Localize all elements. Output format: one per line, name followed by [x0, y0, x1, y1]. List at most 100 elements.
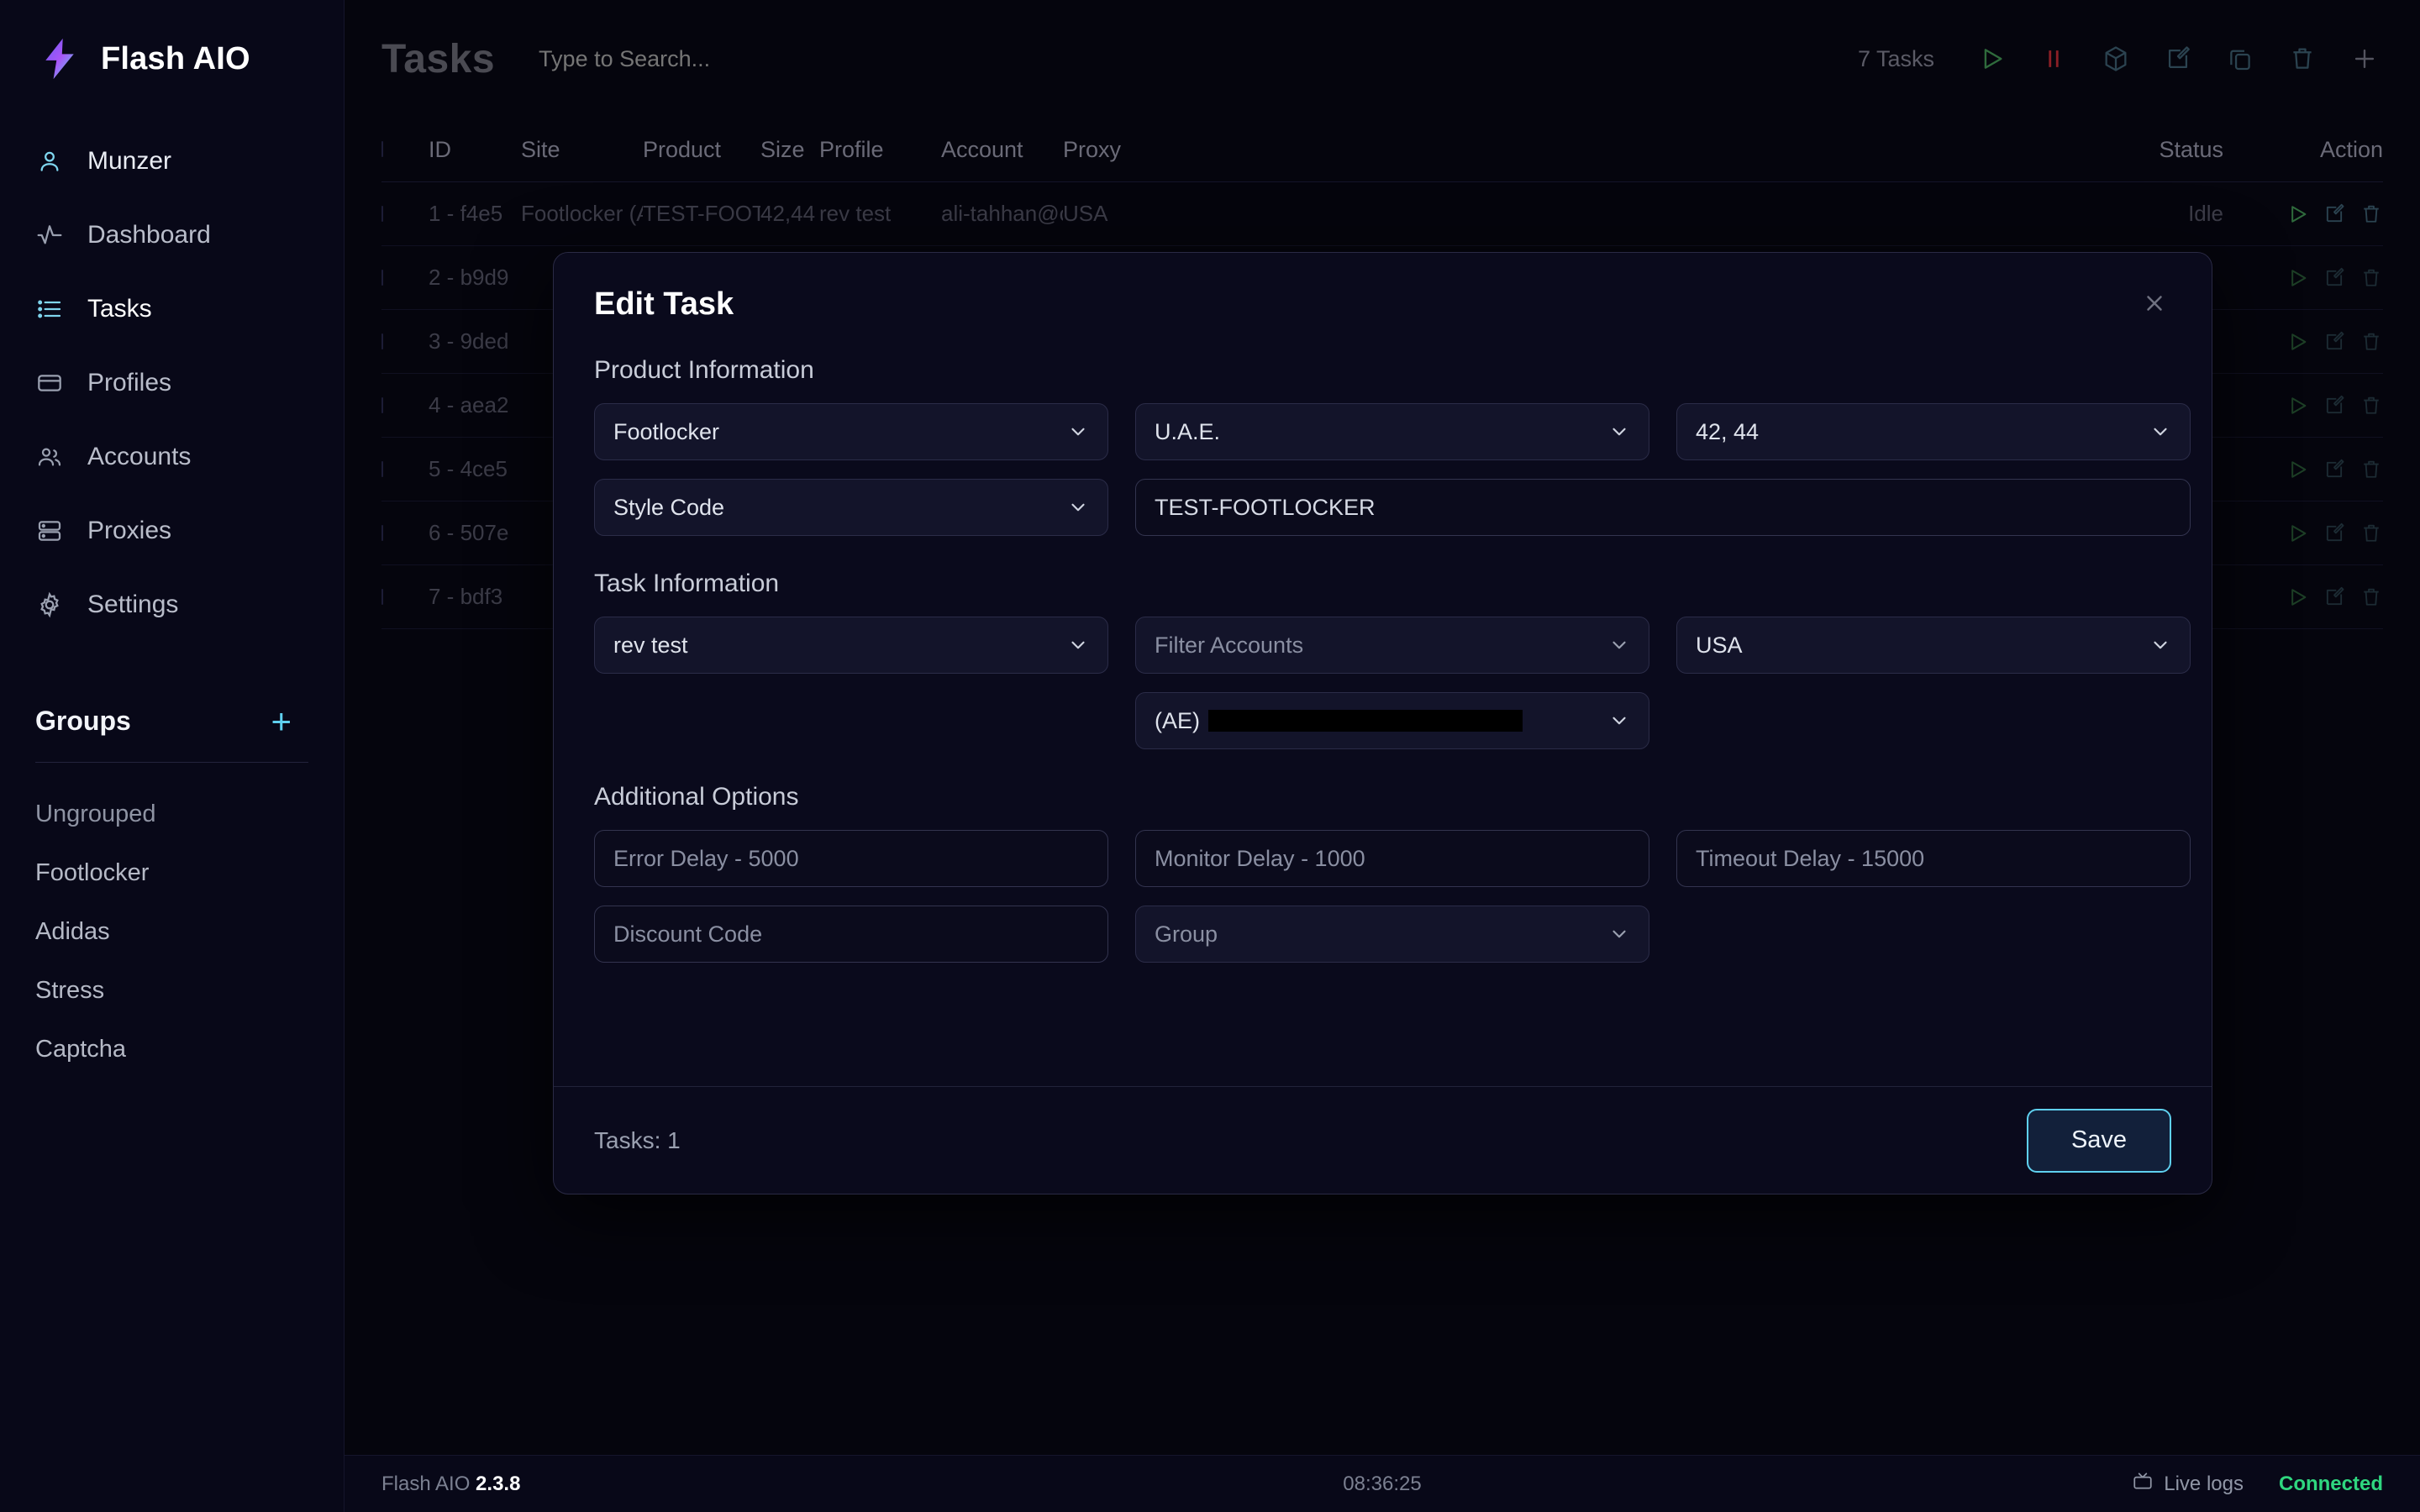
trash-icon[interactable]	[2360, 522, 2383, 545]
edit-icon[interactable]	[2323, 330, 2346, 354]
group-select[interactable]: Group	[1135, 906, 1649, 963]
live-logs-button[interactable]: Live logs	[2132, 1470, 2244, 1498]
checkbox[interactable]	[381, 141, 383, 157]
start-icon[interactable]	[2286, 330, 2309, 354]
error-delay-input[interactable]: Error Delay - 5000	[594, 830, 1108, 887]
account-select-value: (AE)	[1155, 708, 1200, 734]
group-item-stress[interactable]: Stress	[0, 961, 344, 1020]
proxy-select[interactable]: USA	[1676, 617, 2191, 674]
row-checkbox[interactable]	[381, 334, 429, 349]
row-checkbox[interactable]	[381, 526, 429, 541]
sidebar-item-proxies[interactable]: Proxies	[0, 494, 344, 568]
tasks-count-label: Tasks: 1	[594, 1127, 681, 1154]
chevron-down-icon	[1608, 710, 1630, 732]
trash-icon[interactable]	[2360, 202, 2383, 226]
account-select[interactable]: (AE)	[1135, 692, 1649, 749]
sidebar-item-munzer[interactable]: Munzer	[0, 124, 344, 198]
region-select[interactable]: U.A.E.	[1135, 403, 1649, 460]
trash-icon[interactable]	[2360, 330, 2383, 354]
group-item-footlocker[interactable]: Footlocker	[0, 843, 344, 902]
edit-icon[interactable]	[2323, 458, 2346, 481]
edit-icon[interactable]	[2160, 40, 2196, 77]
timeout-delay-input[interactable]: Timeout Delay - 15000	[1676, 830, 2191, 887]
checkbox[interactable]	[381, 461, 383, 477]
proxy-select-value: USA	[1696, 633, 1743, 659]
monitor-delay-input[interactable]: Monitor Delay - 1000	[1135, 830, 1649, 887]
edit-icon[interactable]	[2323, 202, 2346, 226]
sidebar-item-tasks[interactable]: Tasks	[0, 272, 344, 346]
sidebar-item-settings[interactable]: Settings	[0, 568, 344, 642]
row-checkbox[interactable]	[381, 207, 429, 222]
checkbox[interactable]	[381, 270, 383, 286]
sidebar-item-label: Accounts	[87, 443, 191, 471]
search-mode-select[interactable]: Style Code	[594, 479, 1108, 536]
row-checkbox[interactable]	[381, 590, 429, 605]
edit-icon[interactable]	[2323, 585, 2346, 609]
group-item-adidas[interactable]: Adidas	[0, 902, 344, 961]
clock-label: 08:36:25	[345, 1473, 2420, 1496]
additional-row-1: Error Delay - 5000 Monitor Delay - 1000 …	[594, 830, 2171, 887]
start-icon[interactable]	[2286, 202, 2309, 226]
chevron-down-icon	[2149, 421, 2171, 443]
profile-select[interactable]: rev test	[594, 617, 1108, 674]
search-mode-select-value: Style Code	[613, 495, 724, 521]
trash-icon[interactable]	[2360, 394, 2383, 417]
row-actions	[2223, 522, 2383, 545]
trash-icon[interactable]	[2360, 458, 2383, 481]
sidebar-item-accounts[interactable]: Accounts	[0, 420, 344, 494]
chevron-down-icon	[1608, 634, 1630, 656]
sidebar-item-dashboard[interactable]: Dashboard	[0, 198, 344, 272]
cell-id: 1 - f4e5	[429, 201, 521, 227]
group-item-captcha[interactable]: Captcha	[0, 1020, 344, 1079]
trash-icon[interactable]	[2284, 40, 2321, 77]
checkbox[interactable]	[381, 206, 383, 222]
row-checkbox[interactable]	[381, 270, 429, 286]
sidebar-item-profiles[interactable]: Profiles	[0, 346, 344, 420]
column-header-id: ID	[429, 137, 521, 163]
pause-icon[interactable]	[2035, 40, 2072, 77]
product-row-2: Style Code TEST-FOOTLOCKER	[594, 479, 2171, 536]
modal-header: Edit Task	[554, 253, 2212, 323]
edit-icon[interactable]	[2323, 522, 2346, 545]
style-code-input[interactable]: TEST-FOOTLOCKER	[1135, 479, 2191, 536]
discount-code-input[interactable]: Discount Code	[594, 906, 1108, 963]
start-icon[interactable]	[2286, 266, 2309, 290]
modal-panel: Edit Task Product Information Footlocker…	[553, 252, 2212, 1194]
copy-icon[interactable]	[2222, 40, 2259, 77]
plus-icon[interactable]	[2346, 40, 2383, 77]
start-icon[interactable]	[2286, 394, 2309, 417]
trash-icon[interactable]	[2360, 266, 2383, 290]
row-checkbox[interactable]	[381, 462, 429, 477]
box-icon[interactable]	[2097, 40, 2134, 77]
live-logs-label: Live logs	[2164, 1473, 2244, 1496]
start-icon[interactable]	[2286, 522, 2309, 545]
status-badge: Idle	[2089, 201, 2223, 227]
table-row[interactable]: 1 - f4e5 Footlocker (AE) TEST-FOOTLOC...…	[381, 182, 2383, 246]
checkbox[interactable]	[381, 397, 383, 413]
checkbox[interactable]	[381, 525, 383, 541]
row-checkbox[interactable]	[381, 398, 429, 413]
column-header-size: Size	[760, 137, 819, 163]
filter-accounts-select[interactable]: Filter Accounts	[1135, 617, 1649, 674]
start-icon[interactable]	[1973, 40, 2010, 77]
edit-icon[interactable]	[2323, 394, 2346, 417]
close-icon[interactable]	[2138, 286, 2171, 320]
checkbox[interactable]	[381, 589, 383, 605]
group-item-ungrouped[interactable]: Ungrouped	[0, 785, 344, 843]
size-select[interactable]: 42, 44	[1676, 403, 2191, 460]
task-row-1: rev test Filter Accounts USA	[594, 617, 2171, 674]
edit-icon[interactable]	[2323, 266, 2346, 290]
trash-icon[interactable]	[2360, 585, 2383, 609]
search-input[interactable]	[539, 46, 976, 72]
row-actions	[2223, 585, 2383, 609]
checkbox[interactable]	[381, 333, 383, 349]
select-all-checkbox[interactable]	[381, 142, 429, 157]
cell-proxy: USA	[1063, 201, 2089, 227]
size-select-value: 42, 44	[1696, 419, 1759, 445]
row-actions	[2223, 394, 2383, 417]
start-icon[interactable]	[2286, 458, 2309, 481]
start-icon[interactable]	[2286, 585, 2309, 609]
site-select[interactable]: Footlocker	[594, 403, 1108, 460]
save-button[interactable]: Save	[2027, 1109, 2171, 1173]
plus-icon[interactable]: +	[271, 708, 292, 735]
